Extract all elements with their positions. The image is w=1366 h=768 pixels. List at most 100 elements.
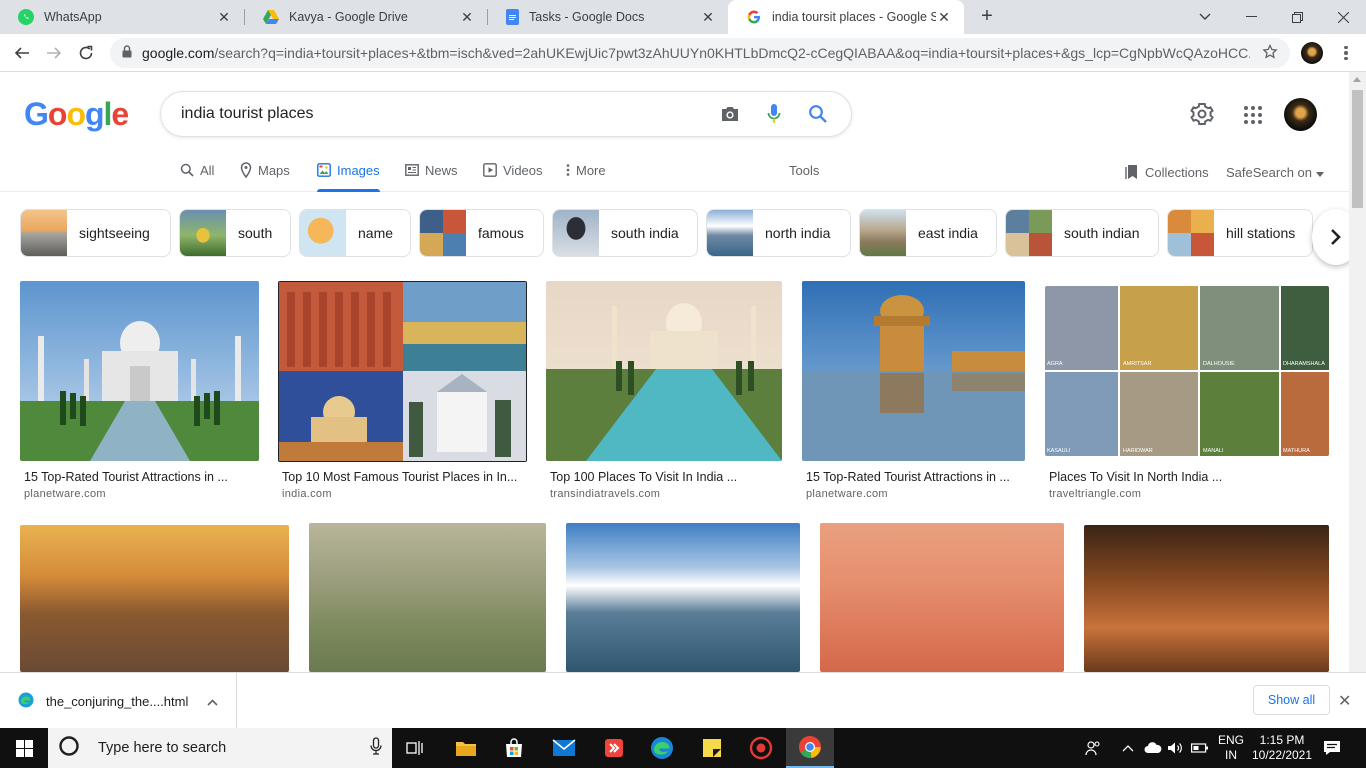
image-result[interactable]: AGRA AMRITSAR DALHOUSIE DHARAMSHALA KASA… [1045,286,1329,503]
mail-icon[interactable] [540,728,588,768]
tab-google-drive[interactable]: Kavya - Google Drive ✕ [245,0,487,34]
scrollbar-thumb[interactable] [1352,90,1363,208]
tab-whatsapp[interactable]: WhatsApp ✕ [0,0,244,34]
close-icon[interactable]: ✕ [936,9,952,26]
chip-north-india[interactable]: north india [706,209,851,257]
camera-icon[interactable] [717,101,743,127]
image-result[interactable]: Top 100 Places To Visit In India ... tra… [546,281,782,503]
result-thumbnail[interactable] [20,525,289,672]
result-source[interactable]: traveltriangle.com [1049,488,1141,500]
onedrive-cloud-icon[interactable] [1144,728,1162,768]
chip-south-india[interactable]: south india [552,209,698,257]
microphone-icon[interactable] [761,101,787,127]
tab-maps[interactable]: Maps [240,160,290,180]
chevron-up-icon[interactable] [207,694,218,709]
scroll-up-arrow-icon[interactable] [1353,77,1361,82]
chip-south-indian[interactable]: south indian [1005,209,1159,257]
account-avatar[interactable] [1284,98,1317,131]
tab-videos[interactable]: Videos [483,160,543,180]
edge-icon[interactable] [638,728,686,768]
browser-menu-icon[interactable] [1336,42,1356,64]
image-result[interactable] [566,523,800,672]
settings-gear-icon[interactable] [1190,102,1214,129]
result-thumbnail[interactable]: AGRA AMRITSAR DALHOUSIE DHARAMSHALA KASA… [1045,286,1329,456]
download-item[interactable]: the_conjuring_the....html [0,673,237,729]
file-explorer-icon[interactable] [442,728,490,768]
task-view-icon[interactable] [392,728,440,768]
search-input[interactable] [181,105,699,123]
chip-name[interactable]: name [299,209,411,257]
lock-icon[interactable] [122,45,132,61]
close-icon[interactable]: ✕ [1338,691,1351,711]
address-bar[interactable]: google.com/search?q=india+toursit+places… [110,38,1290,68]
anydesk-icon[interactable] [590,728,638,768]
tab-google-docs[interactable]: Tasks - Google Docs ✕ [488,0,728,34]
sticky-notes-icon[interactable] [688,728,736,768]
minimize-button[interactable] [1228,0,1274,34]
tools-button[interactable]: Tools [789,160,819,180]
result-thumbnail[interactable] [278,281,527,462]
tab-images[interactable]: Images [317,160,380,192]
notifications-icon[interactable] [1323,728,1341,768]
reload-button[interactable] [74,41,98,65]
result-caption[interactable]: Top 10 Most Famous Tourist Places in In.… [282,470,517,484]
result-source[interactable]: india.com [282,488,332,500]
result-thumbnail[interactable] [1084,525,1329,672]
result-thumbnail[interactable] [546,281,782,461]
image-result[interactable]: 15 Top-Rated Tourist Attractions in ... … [802,281,1025,503]
profile-avatar[interactable] [1301,42,1323,64]
image-result[interactable]: 15 Top-Rated Tourist Attractions in ... … [20,281,259,503]
search-icon[interactable] [805,101,831,127]
result-caption[interactable]: 15 Top-Rated Tourist Attractions in ... [806,470,1010,484]
new-tab-button[interactable]: + [976,6,998,28]
result-caption[interactable]: Places To Visit In North India ... [1049,470,1222,484]
image-result[interactable] [20,525,289,672]
collections-button[interactable]: Collections [1125,162,1209,182]
result-source[interactable]: transindiatravels.com [550,488,660,500]
result-thumbnail[interactable] [566,523,800,672]
image-result[interactable] [309,523,546,672]
safesearch-dropdown[interactable]: SafeSearch on [1226,162,1325,182]
microphone-icon[interactable] [370,737,382,759]
result-thumbnail[interactable] [309,523,546,672]
tab-news[interactable]: News [405,160,458,180]
screen-recorder-icon[interactable] [737,728,785,768]
chip-famous[interactable]: famous [419,209,544,257]
result-thumbnail[interactable] [20,281,259,461]
chip-east-india[interactable]: east india [859,209,997,257]
battery-icon[interactable] [1191,728,1209,768]
windows-start-icon[interactable] [0,728,48,768]
chip-south[interactable]: south [179,209,291,257]
people-icon[interactable] [1085,728,1101,768]
chrome-icon[interactable] [786,728,834,768]
vertical-scrollbar[interactable] [1349,72,1366,672]
result-caption[interactable]: 15 Top-Rated Tourist Attractions in ... [24,470,228,484]
tab-search-chevron-icon[interactable] [1182,0,1228,34]
volume-icon[interactable] [1167,728,1183,768]
clock[interactable]: 1:15 PM 10/22/2021 [1252,728,1312,768]
tab-google-search[interactable]: india toursit places - Google Sear ✕ [728,0,964,34]
image-result[interactable] [1084,525,1329,672]
result-source[interactable]: planetware.com [24,488,106,500]
image-result-selected[interactable]: Top 10 Most Famous Tourist Places in In.… [278,281,527,503]
image-result[interactable] [820,523,1064,672]
tab-all[interactable]: All [180,160,214,180]
show-all-button[interactable]: Show all [1253,685,1330,715]
forward-button[interactable] [42,41,66,65]
chip-hill-stations[interactable]: hill stations [1167,209,1313,257]
close-icon[interactable]: ✕ [700,9,716,26]
chevron-up-icon[interactable] [1122,728,1134,768]
back-button[interactable] [10,41,34,65]
taskbar-search-box[interactable]: Type here to search [48,728,392,768]
google-logo[interactable]: Google [24,96,129,133]
result-thumbnail[interactable] [802,281,1025,461]
result-source[interactable]: planetware.com [806,488,888,500]
google-apps-icon[interactable] [1244,106,1262,124]
close-icon[interactable]: ✕ [216,9,232,26]
close-icon[interactable]: ✕ [459,9,475,26]
tab-more[interactable]: More [566,160,606,180]
restore-button[interactable] [1274,0,1320,34]
close-window-button[interactable] [1320,0,1366,34]
chip-sightseeing[interactable]: sightseeing [20,209,171,257]
result-caption[interactable]: Top 100 Places To Visit In India ... [550,470,737,484]
